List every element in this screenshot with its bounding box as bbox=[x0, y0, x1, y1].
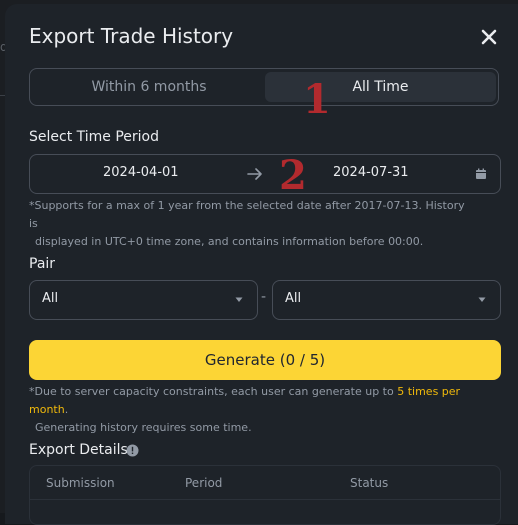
column-header-submission: Submission bbox=[46, 476, 115, 490]
generate-note-line-2: Generating history requires some time. bbox=[35, 421, 252, 434]
time-range-toggle: Within 6 months All Time bbox=[29, 68, 499, 106]
date-range-picker: 2024-04-01 2024-07-31 bbox=[29, 154, 501, 194]
start-date-input[interactable]: 2024-04-01 bbox=[103, 165, 179, 180]
chevron-down-icon bbox=[478, 297, 486, 302]
time-period-note: *Supports for a max of 1 year from the s… bbox=[29, 197, 469, 251]
column-header-status: Status bbox=[350, 476, 389, 490]
tab-within-6-months[interactable]: Within 6 months bbox=[33, 72, 265, 102]
info-icon[interactable] bbox=[126, 444, 139, 457]
export-details-label: Export Details bbox=[29, 442, 128, 458]
export-details-table: Submission Period Status bbox=[29, 465, 501, 525]
column-header-period: Period bbox=[185, 476, 223, 490]
quote-asset-select[interactable]: All bbox=[272, 280, 501, 320]
time-period-note-line-2: displayed in UTC+0 time zone, and contai… bbox=[35, 235, 424, 248]
annotation-marker-1: 1 bbox=[303, 76, 331, 123]
end-date-input[interactable]: 2024-07-31 bbox=[333, 165, 409, 180]
generate-note: *Due to server capacity constraints, eac… bbox=[29, 383, 499, 437]
close-icon[interactable] bbox=[475, 23, 503, 51]
base-asset-value: All bbox=[42, 291, 59, 306]
dialog-title: Export Trade History bbox=[29, 24, 234, 48]
chevron-down-icon bbox=[235, 297, 243, 302]
pair-separator: - bbox=[261, 289, 267, 305]
base-asset-select[interactable]: All bbox=[29, 280, 258, 320]
annotation-marker-2: 2 bbox=[279, 152, 307, 199]
pair-label: Pair bbox=[29, 256, 56, 272]
time-period-note-line-1: *Supports for a max of 1 year from the s… bbox=[29, 199, 465, 230]
calendar-icon[interactable] bbox=[474, 167, 488, 181]
generate-note-text: *Due to server capacity constraints, eac… bbox=[29, 385, 398, 398]
generate-button[interactable]: Generate (0 / 5) bbox=[29, 340, 501, 380]
export-trade-history-dialog: Export Trade History Within 6 months All… bbox=[5, 4, 518, 525]
quote-asset-value: All bbox=[285, 291, 302, 306]
tab-all-time[interactable]: All Time bbox=[265, 72, 496, 102]
arrow-right-icon bbox=[247, 168, 262, 180]
generate-note-line-1: *Due to server capacity constraints, eac… bbox=[29, 383, 499, 419]
generate-note-period: . bbox=[64, 403, 69, 416]
table-header-divider bbox=[30, 499, 500, 500]
time-period-label: Select Time Period bbox=[29, 129, 160, 145]
